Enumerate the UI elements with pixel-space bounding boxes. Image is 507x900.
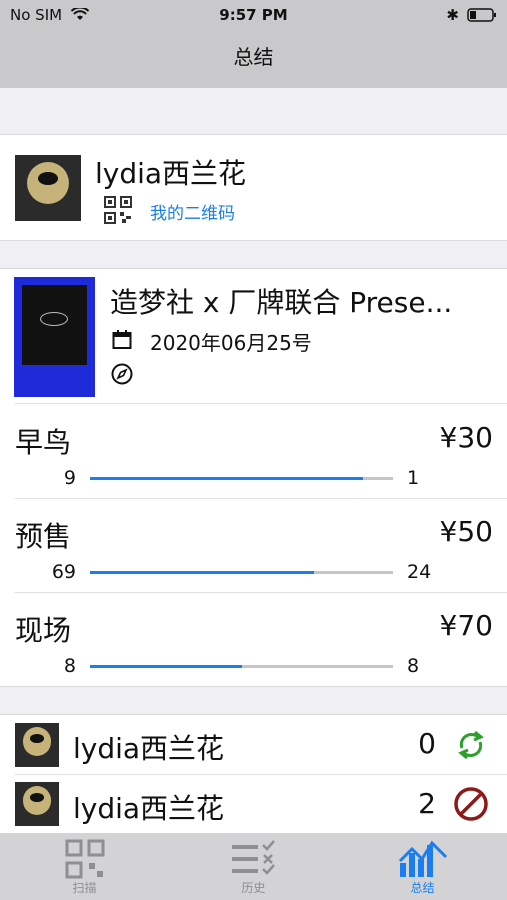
tab-history-label: 历史 [241,881,266,895]
avatar [15,723,59,767]
ticket-row: 现场 ¥70 8 8 [15,609,493,677]
staff-list: lydia西兰花 0 lydia西兰花 2 [0,714,507,833]
tab-scan[interactable]: 扫描 [0,833,169,900]
ticket-price: ¥50 [439,515,493,548]
list-item[interactable]: lydia西兰花 2 [0,775,507,834]
profile-card[interactable]: lydia西兰花 我的二维码 [0,134,507,241]
ticket-remaining: 24 [407,561,432,583]
staff-name: lydia西兰花 [73,732,225,765]
ticket-row: 早鸟 ¥30 9 1 [15,421,493,489]
tab-history[interactable]: 历史 [169,833,338,900]
tab-scan-label: 扫描 [72,881,97,895]
tab-bar: 扫描 历史 总结 [0,833,507,900]
nav-bar: 总结 [0,30,507,88]
ticket-remaining: 8 [407,655,420,677]
ticket-remaining: 1 [407,467,420,489]
ticket-name: 预售 [15,520,72,553]
staff-count: 0 [418,727,436,760]
avatar [15,155,81,221]
battery-icon [467,8,496,22]
ticket-progress [90,570,393,574]
ticket-price: ¥30 [439,421,493,454]
chart-icon [398,840,447,877]
ticket-name: 现场 [15,614,72,647]
qr-code-icon[interactable] [104,196,132,224]
event-title: 造梦社 x 厂牌联合 Prese... [110,286,453,319]
ticket-progress [90,476,393,480]
event-poster[interactable] [14,277,95,397]
ticket-sold: 9 [63,467,76,489]
compass-icon[interactable] [111,363,133,385]
ticket-price: ¥70 [439,609,493,642]
refresh-icon[interactable] [454,728,488,762]
page-title: 总结 [233,45,274,69]
qr-scan-icon [65,839,104,879]
ticket-sold: 8 [63,655,76,677]
tab-summary-label: 总结 [410,881,435,895]
tab-summary[interactable]: 总结 [338,833,507,900]
staff-count: 2 [418,787,436,820]
staff-name: lydia西兰花 [73,792,225,825]
checklist-icon [231,840,275,875]
ticket-name: 早鸟 [15,426,72,459]
prohibited-icon[interactable] [453,786,489,822]
status-bar: No SIM 9:57 PM ✱ [0,0,507,30]
status-time: 9:57 PM [219,6,288,24]
my-qr-code-link[interactable]: 我的二维码 [150,199,235,224]
event-card: 造梦社 x 厂牌联合 Prese... 2020年06月25号 早鸟 ¥30 9 1… [0,268,507,687]
event-date: 2020年06月25号 [150,331,312,355]
calendar-icon [112,330,132,349]
ticket-progress [90,664,393,668]
bluetooth-icon: ✱ [446,6,459,24]
ticket-sold: 69 [51,561,76,583]
profile-name: lydia西兰花 [95,157,247,190]
list-item[interactable]: lydia西兰花 0 [0,715,507,774]
avatar [15,782,59,826]
ticket-row: 预售 ¥50 69 24 [15,515,493,583]
